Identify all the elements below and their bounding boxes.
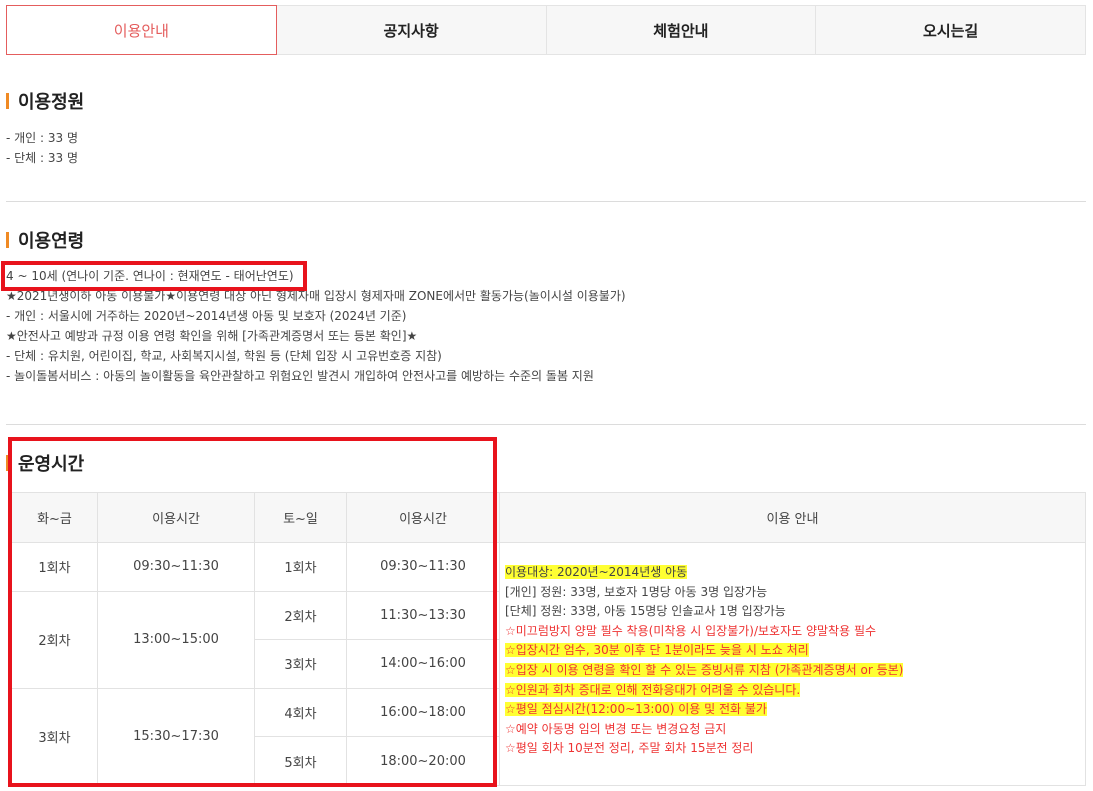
info-line: [단체] 정원: 33명, 아동 15명당 인솔교사 1명 입장가능 [505,604,786,619]
age-title-text: 이용연령 [18,231,85,252]
tab-notice[interactable]: 공지사항 [276,5,547,55]
age-line: - 개인 : 서울시에 거주하는 2020년~2014년생 아동 및 보호자 (… [6,309,407,323]
info-line: ☆미끄럼방지 양말 필수 착용(미착용 시 입장불가)/보호자도 양말착용 필수 [505,623,877,638]
tab-usage-info[interactable]: 이용안내 [6,5,277,55]
title-bar-icon [6,232,9,248]
info-line: ☆예약 아동명 임의 변경 또는 변경요청 금지 [505,721,727,736]
age-line: - 단체 : 유치원, 어린이집, 학교, 사회복지시설, 학원 등 (단체 입… [6,349,442,363]
age-line: - 놀이돌봄서비스 : 아동의 놀이활동을 육안관찰하고 위험요인 발견시 개입… [6,369,594,383]
info-line: ☆평일 점심시간(12:00~13:00) 이용 및 전화 불가 [505,702,767,717]
info-line: ☆입장시간 엄수, 30분 이후 단 1분이라도 늦을 시 노쇼 처리 [505,643,809,658]
capacity-line: - 단체 : 33 명 [6,151,79,165]
capacity-text: - 개인 : 33 명 - 단체 : 33 명 [6,128,78,168]
info-line: [개인] 정원: 33명, 보호자 1명당 아동 3명 입장가능 [505,584,768,599]
info-line: ☆인원과 회차 증대로 인해 전화응대가 어려울 수 있습니다. [505,682,801,697]
title-bar-icon [6,93,9,109]
capacity-title: 이용정원 [6,88,84,114]
tab-experience[interactable]: 체험안내 [546,5,817,55]
annotation-box-hours [8,437,497,787]
capacity-line: - 개인 : 33 명 [6,131,79,145]
usage-info-cell: 이용대상: 2020년~2014년생 아동 [개인] 정원: 33명, 보호자 … [499,542,1086,786]
section-divider [6,424,1086,425]
header-info: 이용 안내 [499,492,1086,543]
info-line: ☆입장 시 이용 연령을 확인 할 수 있는 증빙서류 지참 (가족관계증명서 … [505,662,904,677]
info-line: 이용대상: 2020년~2014년생 아동 [505,565,688,579]
age-line: ★안전사고 예방과 규정 이용 연령 확인을 위해 [가족관계증명서 또는 등본… [6,329,418,343]
tab-bar: 이용안내 공지사항 체험안내 오시는길 [6,5,1086,55]
capacity-title-text: 이용정원 [18,92,85,113]
info-line: ☆평일 회차 10분전 정리, 주말 회차 15분전 정리 [505,741,754,756]
annotation-box-age [1,261,307,291]
age-title: 이용연령 [6,227,84,253]
section-divider [6,201,1086,202]
tab-directions[interactable]: 오시는길 [816,5,1086,55]
